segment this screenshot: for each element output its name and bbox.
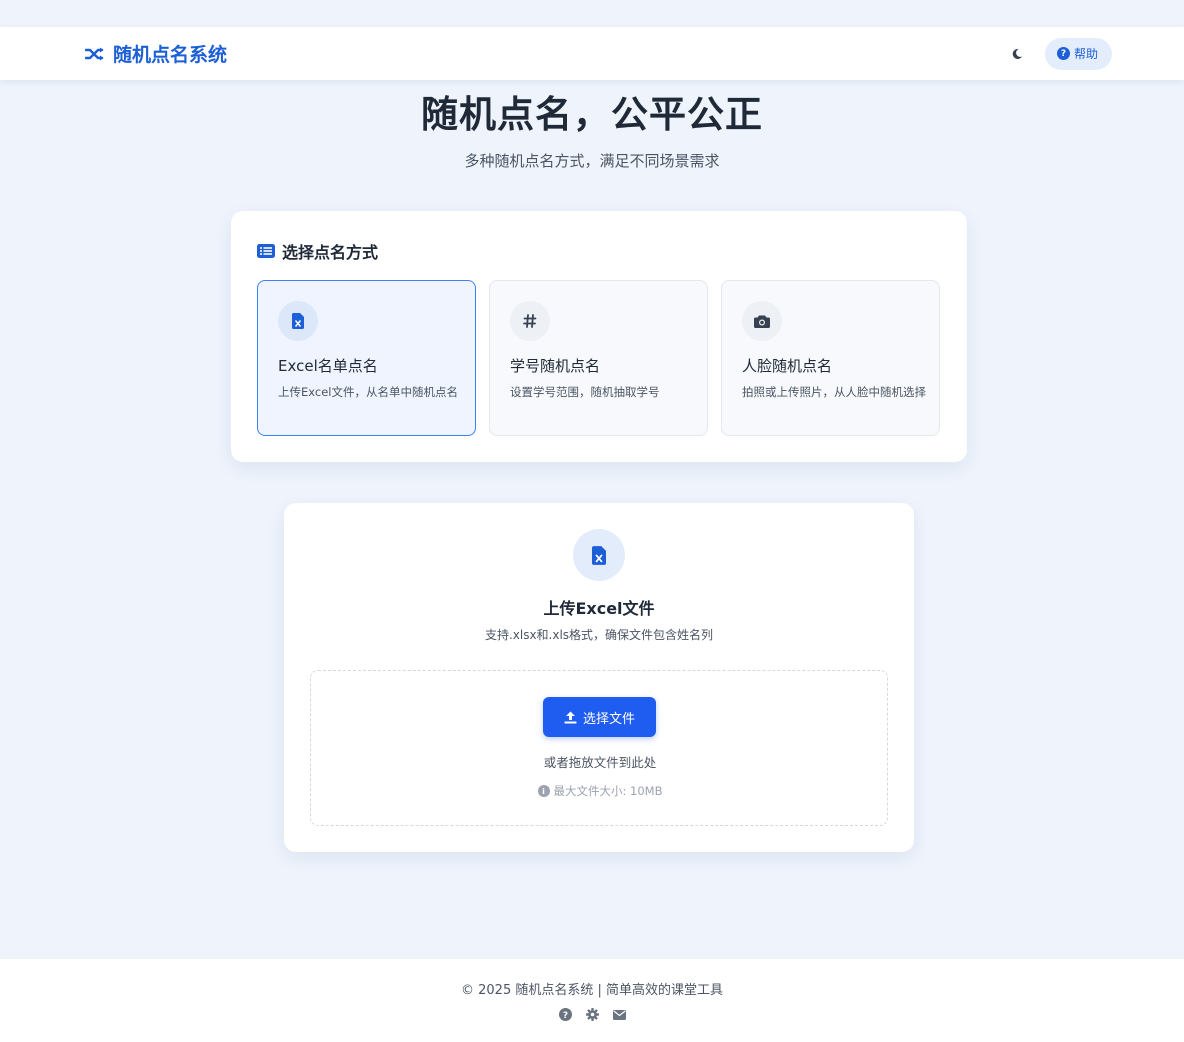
mode-option-student-id[interactable]: 学号随机点名 设置学号范围，随机抽取学号 <box>489 280 708 436</box>
upload-card: 上传Excel文件 支持.xlsx和.xls格式，确保文件包含姓名列 选择文件 … <box>284 503 914 852</box>
drop-hint: 或者拖放文件到此处 <box>543 755 657 770</box>
mode-select-title: 选择点名方式 <box>282 243 379 262</box>
footer-links: ? <box>0 1008 1184 1021</box>
envelope-icon[interactable] <box>612 1008 626 1021</box>
footer: © 2025 随机点名系统 | 简单高效的课堂工具 ? <box>0 959 1184 1042</box>
nav-actions: ? 帮助 <box>1007 37 1112 70</box>
moon-icon <box>1012 48 1022 59</box>
svg-text:?: ? <box>562 1011 567 1021</box>
footer-copyright: © 2025 随机点名系统 | 简单高效的课堂工具 <box>461 983 723 998</box>
upload-title: 上传Excel文件 <box>543 599 655 618</box>
mode-option-desc: 拍照或上传照片，从人脸中随机选择 <box>742 385 926 399</box>
mode-option-desc: 设置学号范围，随机抽取学号 <box>510 385 660 399</box>
page-title: 随机点名，公平公正 <box>421 93 763 136</box>
question-circle-icon[interactable]: ? <box>558 1008 572 1021</box>
brand-title: 随机点名系统 <box>113 44 228 66</box>
gear-icon[interactable] <box>585 1008 599 1021</box>
list-icon <box>257 244 275 258</box>
shuffle-icon <box>85 47 104 60</box>
mode-option-face[interactable]: 人脸随机点名 拍照或上传照片，从人脸中随机选择 <box>721 280 940 436</box>
max-size-note: i 最大文件大小: 10MB <box>311 783 889 799</box>
mode-option-title: Excel名单点名 <box>278 357 378 375</box>
brand[interactable]: 随机点名系统 <box>85 40 227 67</box>
excel-file-icon <box>573 529 625 581</box>
mode-select-heading: 选择点名方式 <box>257 239 378 263</box>
theme-toggle-button[interactable] <box>1007 44 1027 64</box>
question-circle-icon: ? <box>1056 47 1070 60</box>
help-label: 帮助 <box>1073 47 1098 61</box>
navbar: 随机点名系统 ? 帮助 <box>0 27 1184 80</box>
help-button[interactable]: ? 帮助 <box>1044 37 1112 70</box>
max-size-text: 最大文件大小: 10MB <box>553 784 663 798</box>
file-dropzone[interactable]: 选择文件 或者拖放文件到此处 i 最大文件大小: 10MB <box>310 670 888 826</box>
choose-file-label: 选择文件 <box>582 711 635 727</box>
upload-icon <box>564 711 577 723</box>
mode-option-title: 人脸随机点名 <box>742 357 833 375</box>
excel-file-icon <box>278 301 318 341</box>
mode-options: Excel名单点名 上传Excel文件，从名单中随机点名 学号随机点名 设置学号… <box>257 280 940 436</box>
camera-icon <box>742 301 782 341</box>
mode-select-card: 选择点名方式 Excel名单点名 上传Excel文件，从名单中随机点名 学号随机… <box>231 211 967 462</box>
page-subtitle: 多种随机点名方式，满足不同场景需求 <box>464 152 720 170</box>
mode-option-excel[interactable]: Excel名单点名 上传Excel文件，从名单中随机点名 <box>257 280 476 436</box>
choose-file-button[interactable]: 选择文件 <box>543 697 656 737</box>
info-circle-icon: i <box>537 785 550 797</box>
mode-option-title: 学号随机点名 <box>510 357 601 375</box>
upload-description: 支持.xlsx和.xls格式，确保文件包含姓名列 <box>484 628 714 642</box>
hashtag-icon <box>510 301 550 341</box>
mode-option-desc: 上传Excel文件，从名单中随机点名 <box>278 385 458 399</box>
